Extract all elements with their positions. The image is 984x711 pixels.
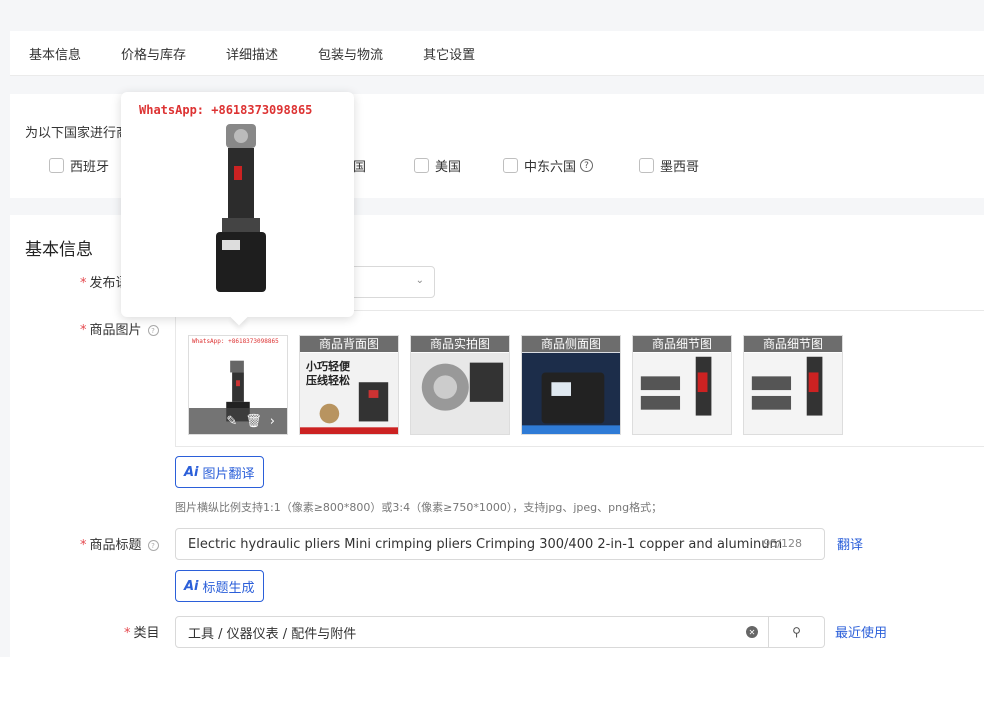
image-thumb-detail-1[interactable]: 商品细节图 — [632, 335, 732, 435]
product-photo — [522, 352, 620, 434]
tab-packaging[interactable]: 包装与物流 — [318, 44, 383, 63]
ai-icon: Ai — [184, 578, 199, 594]
title-value: Electric hydraulic pliers Mini crimping … — [188, 536, 783, 552]
tab-basic-info[interactable]: 基本信息 — [29, 44, 81, 63]
product-photo — [633, 352, 731, 434]
image-thumb-side[interactable]: 商品侧面图 — [521, 335, 621, 435]
title-char-counter: 95/128 — [763, 537, 802, 550]
publish-language-select[interactable]: ⌄ — [350, 266, 435, 298]
image-thumb-main[interactable]: WhatsApp: +8618373098865 ✎ 🗑 › — [188, 335, 288, 435]
checkbox[interactable] — [639, 158, 654, 173]
thumb-toolbar: ✎ 🗑 › — [189, 408, 287, 434]
thumb-caption: 小巧轻便 压线轻松 — [306, 360, 350, 387]
edit-icon[interactable]: ✎ — [226, 414, 237, 429]
product-images-label: * 商品图片? — [80, 319, 159, 338]
image-thumb-back[interactable]: 商品背面图 小巧轻便 压线轻松 — [299, 335, 399, 435]
product-preview-image — [216, 124, 266, 292]
clear-icon[interactable]: ✕ — [746, 626, 758, 638]
category-value: 工具 / 仪器仪表 / 配件与附件 — [188, 626, 357, 642]
trash-icon[interactable]: 🗑 — [245, 414, 262, 429]
tab-price-stock[interactable]: 价格与库存 — [121, 44, 186, 63]
section-title: 基本信息 — [25, 240, 93, 260]
thumb-label: 商品侧面图 — [522, 336, 620, 352]
country-label: 墨西哥 — [660, 160, 700, 175]
image-thumb-real[interactable]: 商品实拍图 — [410, 335, 510, 435]
tab-other-settings[interactable]: 其它设置 — [423, 44, 475, 63]
required-mark: * — [80, 276, 87, 291]
checkbox[interactable] — [503, 158, 518, 173]
thumb-label: 商品细节图 — [633, 336, 731, 352]
category-input[interactable]: 工具 / 仪器仪表 / 配件与附件 ✕ — [175, 616, 769, 648]
required-mark: * — [80, 323, 87, 338]
question-icon[interactable]: ? — [580, 159, 594, 172]
image-preview-popover: WhatsApp: +8618373098865 — [121, 92, 354, 326]
country-label: 西班牙 — [70, 160, 110, 175]
search-icon: ⚲ — [792, 625, 801, 639]
preview-watermark: WhatsApp: +8618373098865 — [139, 103, 313, 117]
product-title-label: * 商品标题? — [80, 534, 159, 553]
image-thumb-detail-2[interactable]: 商品细节图 — [743, 335, 843, 435]
thumb-label: 商品实拍图 — [411, 336, 509, 352]
category-label: * 类目 — [124, 626, 160, 641]
image-translate-button[interactable]: Ai 图片翻译 — [175, 456, 264, 488]
ai-icon: Ai — [184, 464, 199, 480]
product-photo — [411, 352, 509, 434]
chevron-down-icon: ⌄ — [415, 275, 424, 286]
required-mark: * — [124, 626, 131, 641]
image-format-hint: 图片横纵比例支持1:1（像素≥800*800）或3:4（像素≥750*1000）… — [175, 501, 663, 514]
page-bottom — [0, 657, 984, 711]
required-mark: * — [80, 538, 87, 553]
chevron-right-icon[interactable]: › — [270, 414, 275, 429]
product-title-input[interactable]: Electric hydraulic pliers Mini crimping … — [175, 528, 825, 560]
recently-used-link[interactable]: 最近使用 — [835, 622, 887, 641]
translate-link[interactable]: 翻译 — [837, 534, 863, 553]
tab-description[interactable]: 详细描述 — [226, 44, 278, 63]
thumb-label: 商品背面图 — [300, 336, 398, 352]
category-search-button[interactable]: ⚲ — [769, 616, 825, 648]
title-generate-button[interactable]: Ai 标题生成 — [175, 570, 264, 602]
checkbox[interactable] — [49, 158, 64, 173]
country-option-usa[interactable]: 美国 — [414, 156, 461, 175]
help-icon[interactable]: ? — [147, 325, 159, 336]
country-label: 美国 — [435, 160, 462, 175]
checkbox[interactable] — [414, 158, 429, 173]
country-option-spain[interactable]: 西班牙 — [49, 156, 109, 175]
tab-bar: 基本信息 价格与库存 详细描述 包装与物流 其它设置 — [10, 31, 984, 76]
help-icon[interactable]: ? — [147, 540, 159, 551]
thumb-watermark: WhatsApp: +8618373098865 — [192, 338, 279, 345]
country-label: 中东六国 — [524, 160, 577, 175]
country-option-middle-east[interactable]: 中东六国 ? — [503, 156, 594, 175]
product-photo — [744, 352, 842, 434]
thumb-label: 商品细节图 — [744, 336, 842, 352]
image-gallery: WhatsApp: +8618373098865 ✎ 🗑 › 商品背面图 小巧轻… — [175, 310, 984, 447]
country-option-mexico[interactable]: 墨西哥 — [639, 156, 699, 175]
